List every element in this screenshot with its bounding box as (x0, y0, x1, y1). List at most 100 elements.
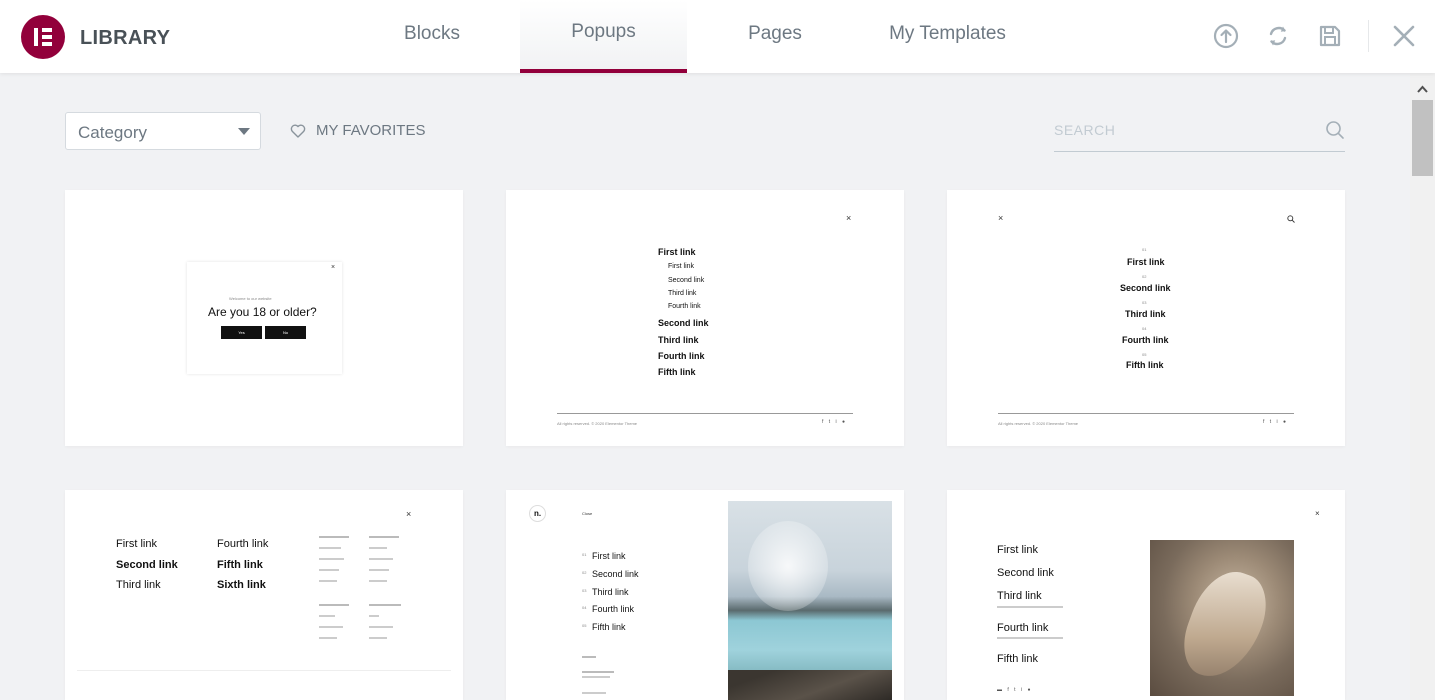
category-select[interactable]: Category (65, 112, 261, 150)
save-icon[interactable] (1316, 22, 1344, 50)
menu-link: Second link (658, 318, 709, 328)
contact-line (582, 676, 610, 678)
heart-icon (290, 124, 306, 138)
menu-link: Fifth link (592, 622, 626, 632)
my-favorites-label: MY FAVORITES (316, 122, 426, 139)
menu-link: Third link (592, 587, 629, 597)
small-text-column (369, 536, 405, 639)
menu-link: Fourth link (1122, 335, 1169, 345)
caret-down-icon (238, 128, 250, 135)
link-number: 03 (582, 588, 587, 593)
template-card-numbered-menu[interactable]: × 01 First link 02 Second link 03 Third … (947, 190, 1345, 446)
my-favorites-filter[interactable]: MY FAVORITES (290, 122, 425, 139)
submenu-link: Fourth link (668, 303, 701, 310)
menu-link: Fifth link (217, 559, 263, 571)
menu-link: Third link (1125, 309, 1166, 319)
header-divider (1368, 20, 1369, 52)
menu-link: Third link (116, 579, 161, 591)
link-number: 05 (1142, 352, 1147, 357)
tab-my-templates[interactable]: My Templates (870, 0, 1025, 73)
submenu-link: Second link (668, 277, 705, 284)
popup-close-icon: × (406, 509, 412, 519)
footer-copyright: All rights reserved. © 2020 Elementor Th… (557, 421, 638, 426)
menu-link: First link (1127, 257, 1165, 267)
footer-divider (998, 413, 1294, 414)
link-number: 04 (582, 605, 587, 610)
menu-link: Second link (997, 567, 1054, 579)
submenu-link: First link (668, 263, 695, 270)
age-subtitle: Welcome to our website (229, 296, 272, 301)
menu-link: Fourth link (592, 604, 635, 614)
template-card-age-gate[interactable]: × Welcome to our website Are you 18 or o… (65, 190, 463, 446)
sand-image (1150, 540, 1294, 696)
template-card-nested-menu[interactable]: × First link First link Second link Thir… (506, 190, 904, 446)
contact-line (582, 671, 614, 673)
submenu-link: Third link (668, 290, 697, 297)
social-icons: ▬ f t i ● (997, 687, 1033, 693)
menu-link: Second link (592, 569, 639, 579)
template-card-image-menu-2[interactable]: × First link Second link Third link Four… (947, 490, 1345, 700)
search-icon[interactable] (1325, 120, 1345, 140)
scrollbar-thumb[interactable] (1412, 100, 1433, 176)
link-description (997, 606, 1063, 608)
small-text-column (319, 536, 355, 639)
tab-pages[interactable]: Pages (715, 0, 835, 73)
popup-close-icon: × (846, 213, 852, 223)
category-value: Category (78, 123, 147, 142)
social-icons: f t i ● (822, 419, 848, 425)
menu-link: First link (997, 544, 1038, 556)
menu-link: First link (658, 247, 696, 257)
menu-link: Fifth link (997, 653, 1038, 665)
link-description (997, 637, 1063, 639)
age-yes-button: Yes (221, 326, 262, 339)
tab-blocks[interactable]: Blocks (372, 0, 492, 73)
elementor-logo-icon (21, 15, 65, 59)
menu-link: Fifth link (1126, 360, 1164, 370)
upload-icon[interactable] (1212, 22, 1240, 50)
footer-divider (77, 670, 451, 671)
search-icon (1287, 215, 1295, 223)
footer-copyright: All rights reserved. © 2020 Elementor Th… (998, 421, 1079, 426)
brand-logo: n. (529, 505, 546, 522)
menu-link: Fifth link (658, 367, 696, 377)
menu-link: Third link (658, 335, 699, 345)
social-icons: f t i ● (1263, 419, 1289, 425)
popup-close-icon: × (1315, 509, 1320, 518)
footer-divider (557, 413, 853, 414)
contact-line (582, 656, 596, 658)
link-number: 04 (1142, 326, 1147, 331)
link-number: 02 (582, 570, 587, 575)
close-icon[interactable] (1390, 22, 1418, 50)
menu-link: Third link (997, 590, 1042, 602)
template-card-multicolumn-menu[interactable]: × First link Second link Third link Four… (65, 490, 463, 700)
scroll-up-arrow-icon[interactable] (1410, 81, 1435, 97)
search-input[interactable] (1054, 122, 1304, 138)
library-header: LIBRARY Blocks Popups Pages My Templates (0, 0, 1435, 73)
link-number: 01 (582, 552, 587, 557)
library-title: LIBRARY (80, 27, 171, 49)
link-number: 05 (582, 623, 587, 628)
age-heading: Are you 18 or older? (208, 305, 317, 319)
menu-link: Sixth link (217, 579, 266, 591)
tab-popups[interactable]: Popups (520, 0, 687, 73)
link-number: 02 (1142, 274, 1147, 279)
link-number: 03 (1142, 300, 1147, 305)
link-number: 01 (1142, 247, 1147, 252)
search-box (1054, 112, 1345, 152)
menu-link: Fourth link (658, 351, 705, 361)
popup-close-icon: × (331, 264, 336, 271)
menu-link: Fourth link (997, 622, 1049, 634)
scrollbar[interactable] (1410, 73, 1435, 700)
age-popup-preview: × Welcome to our website Are you 18 or o… (187, 262, 342, 374)
popup-close-icon: × (998, 213, 1004, 223)
menu-link: Fourth link (217, 538, 269, 550)
lagoon-image (728, 501, 892, 700)
menu-link: Second link (116, 559, 178, 571)
popup-close-label: Close (582, 511, 593, 516)
age-no-button: No (265, 326, 306, 339)
menu-link: Second link (1120, 283, 1171, 293)
sync-icon[interactable] (1264, 22, 1292, 50)
template-card-image-menu[interactable]: n. Close 01 First link 02 Second link 03… (506, 490, 904, 700)
menu-link: First link (116, 538, 157, 550)
menu-link: First link (592, 551, 626, 561)
